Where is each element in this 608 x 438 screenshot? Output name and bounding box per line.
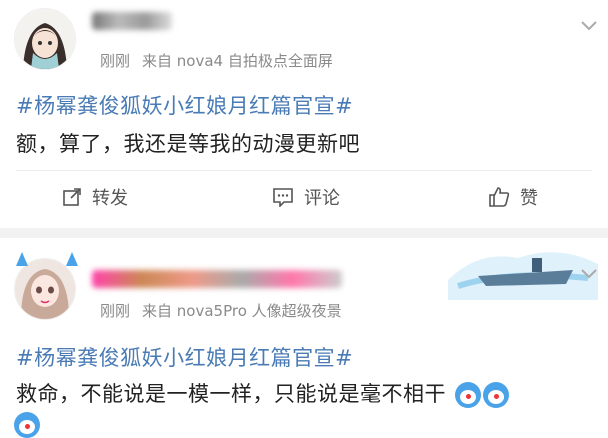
username-blurred[interactable] xyxy=(92,12,172,30)
comment-label: 评论 xyxy=(304,188,340,209)
post-card-1: 刚刚 来自 nova4 自拍极点全面屏 #杨幂龚俊狐妖小红娘月红篇官宣# 额，算了… xyxy=(0,0,608,228)
repost-label: 转发 xyxy=(92,188,128,209)
chevron-down-icon[interactable] xyxy=(578,262,600,284)
post-source: 来自 nova4 自拍极点全面屏 xyxy=(142,52,333,70)
post-source: 来自 nova5Pro 人像超级夜景 xyxy=(142,302,342,320)
avatar[interactable] xyxy=(14,8,76,70)
comment-button[interactable]: 评论 xyxy=(272,182,340,212)
post-text: 额，算了，我还是等我的动漫更新吧 xyxy=(16,132,360,156)
avatar-ears-decoration xyxy=(16,252,78,266)
post-meta: 刚刚 来自 nova5Pro 人像超级夜景 xyxy=(100,300,342,321)
doraemon-emoji xyxy=(14,412,40,438)
comment-icon xyxy=(273,188,293,207)
doraemon-emoji xyxy=(455,382,482,408)
like-button[interactable]: 赞 xyxy=(488,182,538,212)
feed-separator xyxy=(0,228,608,238)
topic-hashtag[interactable]: #杨幂龚俊狐妖小红娘月红篇官宣# xyxy=(16,342,353,372)
chevron-down-icon[interactable] xyxy=(578,14,600,36)
topic-hashtag[interactable]: #杨幂龚俊狐妖小红娘月红篇官宣# xyxy=(16,90,353,120)
repost-button[interactable]: 转发 xyxy=(62,182,128,212)
post-text-content: 救命，不能说是一模一样，只能说是毫不相干 xyxy=(16,382,446,406)
thumb-up-icon xyxy=(489,187,510,207)
post-time: 刚刚 xyxy=(100,302,131,320)
doraemon-emoji xyxy=(483,382,510,408)
post-meta: 刚刚 来自 nova4 自拍极点全面屏 xyxy=(100,50,333,71)
aircraft-carrier-badge xyxy=(448,252,598,300)
share-icon xyxy=(63,188,81,206)
like-label: 赞 xyxy=(520,188,538,209)
post-text: 救命，不能说是一模一样，只能说是毫不相干 xyxy=(16,378,510,408)
username-blurred[interactable] xyxy=(92,270,342,288)
divider xyxy=(16,170,592,171)
post-time: 刚刚 xyxy=(100,52,131,70)
